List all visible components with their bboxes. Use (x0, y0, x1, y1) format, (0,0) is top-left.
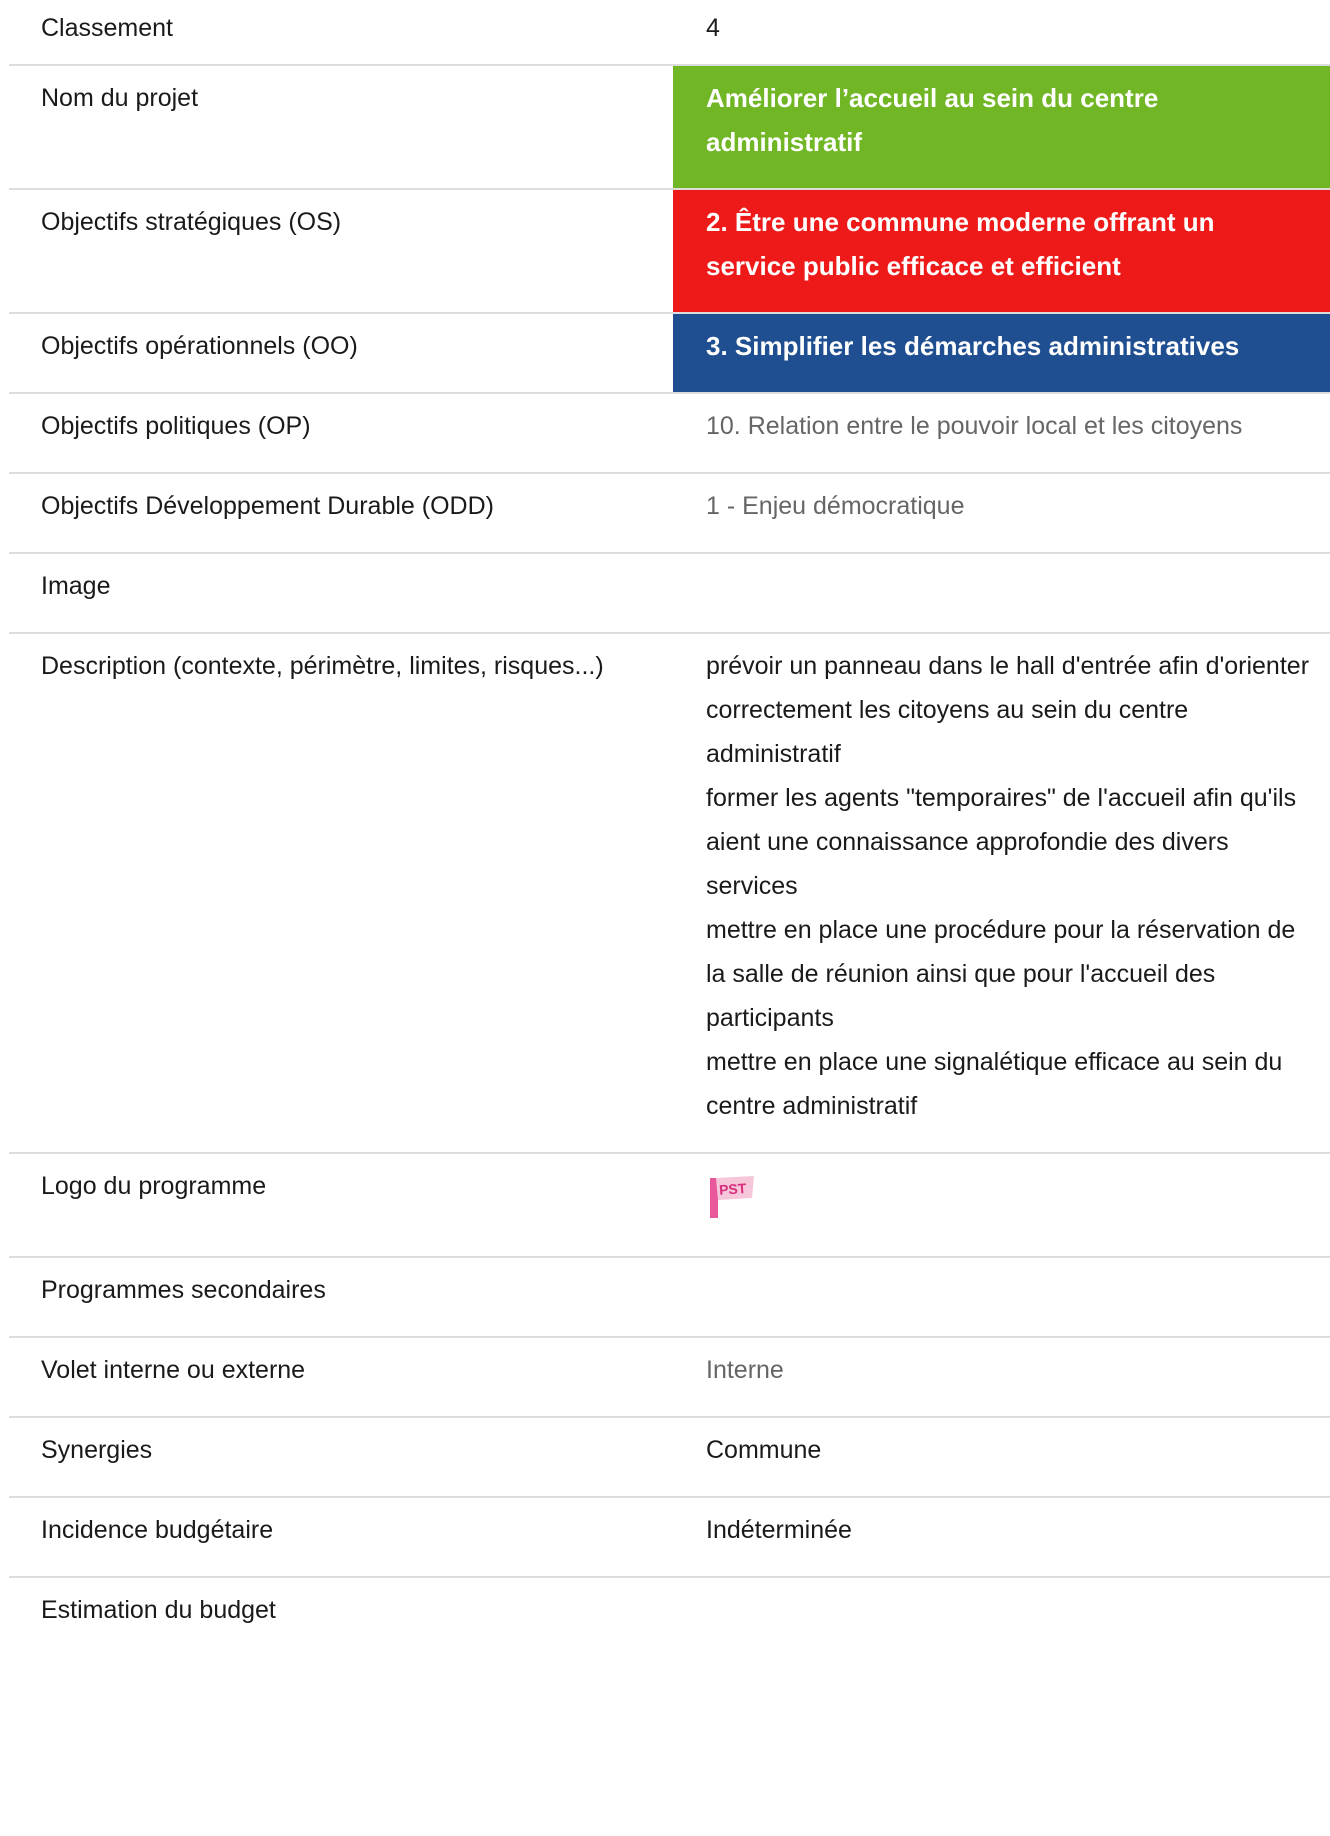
pst-flag-logo-icon: PST (706, 1174, 758, 1232)
row-label: Objectifs stratégiques (OS) (41, 208, 342, 236)
row-label: Programmes secondaires (41, 1276, 326, 1304)
row-label: Incidence budgétaire (41, 1516, 274, 1544)
row-objectifs-politiques: Objectifs politiques (OP) 10. Relation e… (9, 394, 1330, 474)
row-label: Logo du programme (41, 1172, 267, 1200)
row-label: Synergies (41, 1436, 153, 1464)
description-line: mettre en place une procédure pour la ré… (706, 916, 1296, 1032)
description-line: mettre en place une signalétique efficac… (706, 1048, 1283, 1120)
description-value: prévoir un panneau dans le hall d'entrée… (673, 634, 1330, 1152)
row-label: Classement (41, 14, 173, 42)
row-incidence: Incidence budgétaire Indéterminée (9, 1498, 1330, 1578)
row-logo: Logo du programme PST (9, 1154, 1330, 1258)
row-label: Estimation du budget (41, 1596, 276, 1624)
row-objectifs-strategiques: Objectifs stratégiques (OS) 2. Être une … (9, 190, 1330, 314)
row-volet: Volet interne ou externe Interne (9, 1338, 1330, 1418)
logo-value: PST (673, 1154, 1330, 1256)
description-line: former les agents "temporaires" de l'acc… (706, 784, 1297, 900)
political-objective-value: 10. Relation entre le pouvoir local et l… (706, 412, 1243, 440)
row-label: Image (41, 572, 111, 600)
row-label: Description (contexte, périmètre, limite… (41, 652, 604, 680)
volet-value: Interne (706, 1356, 784, 1384)
odd-value: 1 - Enjeu démocratique (706, 492, 965, 520)
row-programmes-secondaires: Programmes secondaires (9, 1258, 1330, 1338)
row-label: Objectifs Développement Durable (ODD) (41, 492, 494, 520)
description-line: prévoir un panneau dans le hall d'entrée… (706, 652, 1310, 768)
row-synergies: Synergies Commune (9, 1418, 1330, 1498)
image-value (673, 554, 1330, 632)
synergies-value: Commune (706, 1436, 822, 1464)
logo-text: PST (719, 1180, 748, 1198)
row-objectifs-operationnels: Objectifs opérationnels (OO) 3. Simplifi… (9, 314, 1330, 394)
operational-objective-value: 3. Simplifier les démarches administrati… (673, 314, 1330, 392)
row-odd: Objectifs Développement Durable (ODD) 1 … (9, 474, 1330, 554)
secondary-programs-value (673, 1258, 1330, 1336)
row-classement: Classement 4 (9, 0, 1330, 66)
row-estimation: Estimation du budget (9, 1578, 1330, 1656)
estimation-value (673, 1578, 1330, 1656)
project-name-value: Améliorer l’accueil au sein du centre ad… (673, 66, 1330, 188)
row-value: 4 (706, 14, 720, 42)
incidence-value: Indéterminée (706, 1516, 852, 1544)
strategic-objective-value: 2. Être une commune moderne offrant un s… (673, 190, 1330, 312)
row-label: Nom du projet (41, 84, 199, 112)
row-nom-projet: Nom du projet Améliorer l’accueil au sei… (9, 66, 1330, 190)
row-label: Volet interne ou externe (41, 1356, 306, 1384)
row-label: Objectifs opérationnels (OO) (41, 332, 358, 360)
row-image: Image (9, 554, 1330, 634)
row-description: Description (contexte, périmètre, limite… (9, 634, 1330, 1154)
row-label: Objectifs politiques (OP) (41, 412, 311, 440)
project-details-table: Classement 4 Nom du projet Améliorer l’a… (9, 0, 1330, 1656)
